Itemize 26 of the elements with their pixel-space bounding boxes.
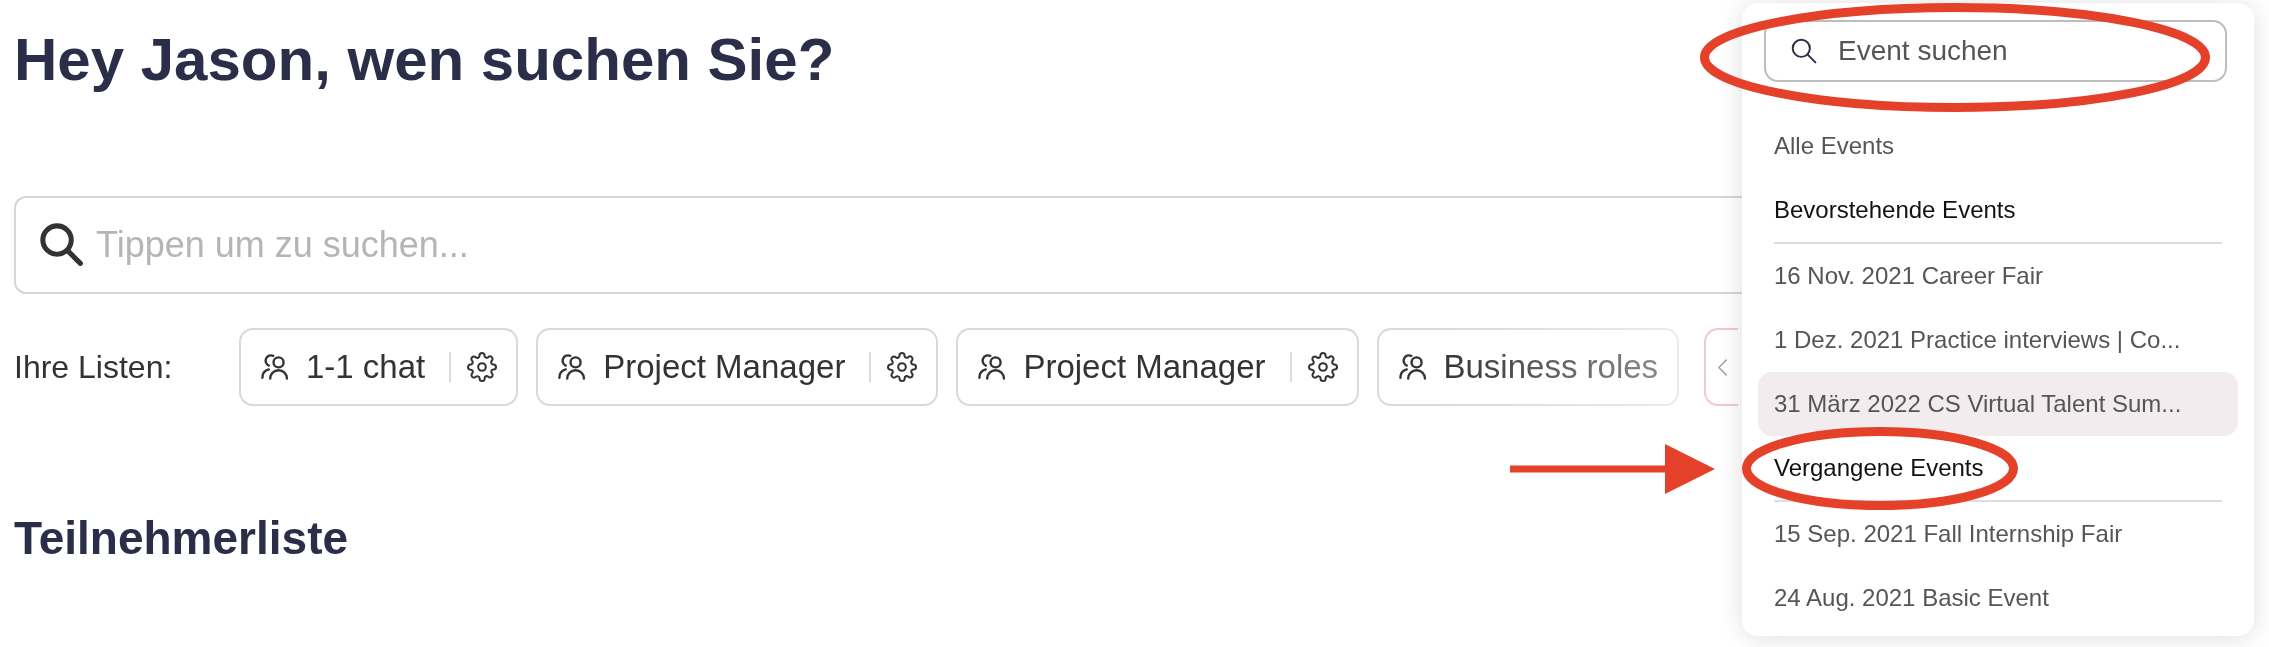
chevron-left-icon <box>1717 358 1727 376</box>
list-chip[interactable]: Business roles <box>1376 328 1680 406</box>
event-search-field[interactable]: Event suchen <box>1764 20 2227 82</box>
section-title: Teilnehmerliste <box>14 511 350 566</box>
people-icon <box>978 354 1008 380</box>
menu-item[interactable]: 16 Nov. 2021 Career Fair <box>1758 244 2238 308</box>
list-chip[interactable]: Project Manager <box>956 328 1359 406</box>
menu-item[interactable]: Alle Events <box>1758 114 2238 178</box>
list-chip[interactable]: 1-1 chat <box>239 328 519 406</box>
search-icon <box>40 223 83 266</box>
people-icon <box>558 354 588 380</box>
menu-item[interactable]: 15 Sep. 2021 Fall Internship Fair <box>1758 502 2238 566</box>
list-chip[interactable]: Project Manager <box>536 328 939 406</box>
section-header: Bevorstehende Events <box>1774 196 2016 224</box>
lists-label: Ihre Listen: <box>14 348 174 386</box>
people-icon <box>261 354 290 380</box>
settings-icon[interactable] <box>467 352 498 382</box>
page-title: Hey Jason, wen suchen Sie? <box>14 25 836 95</box>
settings-icon[interactable] <box>1307 352 1338 382</box>
section-header: Vergangene Events <box>1774 454 1984 482</box>
people-icon <box>1398 354 1428 380</box>
menu-item[interactable]: 24 Aug. 2021 Basic Event <box>1758 566 2238 630</box>
search-icon <box>1791 38 1817 64</box>
settings-icon[interactable] <box>887 352 918 382</box>
menu-item[interactable]: 1 Dez. 2021 Practice interviews | Co... <box>1758 308 2238 372</box>
menu-item[interactable]: 31 März 2022 CS Virtual Talent Sum... <box>1758 372 2238 436</box>
